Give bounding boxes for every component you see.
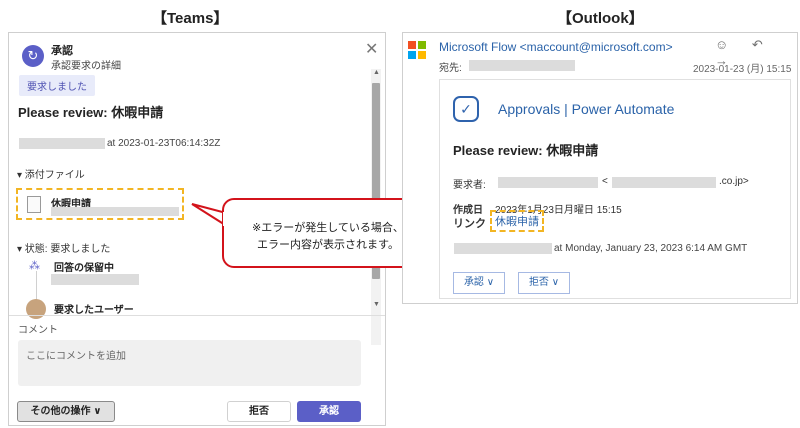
divider — [9, 315, 385, 316]
redacted-recipient — [469, 60, 575, 71]
avatar — [26, 299, 46, 319]
sent-detail: at Monday, January 23, 2023 6:14 AM GMT — [554, 243, 748, 254]
error-callout: ※エラーが発生している場合、 エラー内容が表示されます。 — [222, 198, 430, 268]
callout-line-2: エラー内容が表示されます。 — [257, 239, 399, 251]
outlook-approve-button[interactable]: 承認 ∨ — [453, 272, 505, 294]
panel-title: 承認 — [51, 45, 73, 57]
request-timestamp: at 2023-01-23T06:14:32Z — [107, 138, 221, 149]
comment-placeholder: ここにコメントを追加 — [26, 351, 126, 362]
microsoft-logo-icon — [408, 41, 426, 59]
requester-label: 要求したユーザー — [54, 305, 134, 316]
teams-heading: 【Teams】 — [152, 10, 229, 27]
outlook-reject-button[interactable]: 拒否 ∨ — [518, 272, 570, 294]
comment-input[interactable]: ここにコメントを追加 — [18, 340, 361, 386]
request-title: Please review: 休暇申請 — [18, 105, 164, 120]
comment-label: コメント — [18, 325, 58, 336]
reject-button[interactable]: 拒否 — [227, 401, 291, 422]
attachment-item[interactable]: 休暇申請 — [16, 188, 184, 220]
redacted-approver — [51, 274, 139, 285]
email-domain: .co.jp> — [719, 176, 749, 187]
outlook-email-panel: Microsoft Flow <maccount@microsoft.com> … — [402, 32, 798, 304]
close-icon[interactable]: ✕ — [365, 39, 378, 59]
approve-button[interactable]: 承認 — [297, 401, 361, 422]
other-actions-button[interactable]: その他の操作 ∨ — [17, 401, 115, 422]
requester-label: 要求者: — [453, 180, 486, 191]
approvals-icon: ✓ — [453, 96, 479, 122]
card-request-title: Please review: 休暇申請 — [453, 143, 599, 158]
attachments-header[interactable]: ▾ 添付ファイル — [17, 166, 85, 181]
request-link[interactable]: 休暇申請 — [490, 210, 544, 232]
redacted-requester — [19, 138, 105, 149]
sent-date: 2023-01-23 (月) 15:15 — [693, 64, 792, 75]
file-icon — [27, 196, 41, 213]
status-badge: 要求しました — [19, 75, 95, 96]
redacted-file-path — [51, 207, 179, 216]
link-label: リンク — [453, 218, 486, 230]
email-open: < — [602, 176, 608, 187]
callout-pointer-mask — [223, 212, 227, 226]
sender[interactable]: Microsoft Flow <maccount@microsoft.com> — [439, 40, 673, 54]
pending-label: 回答の保留中 — [54, 263, 114, 274]
approval-icon: ↻ — [22, 45, 44, 67]
recipient-label: 宛先: — [439, 63, 462, 74]
created-label: 作成日 — [453, 205, 483, 216]
callout-line-1: ※エラーが発生している場合、 — [252, 222, 404, 234]
redacted-requester-name — [498, 177, 598, 188]
status-header[interactable]: ▾ 状態: 要求しました — [17, 240, 110, 255]
card-app-title: Approvals | Power Automate — [498, 101, 675, 117]
panel-subtitle: 承認要求の詳細 — [51, 61, 121, 72]
redacted-requester-email — [612, 177, 716, 188]
scroll-up-icon[interactable]: ▲ — [373, 69, 380, 76]
scroll-down-icon[interactable]: ▼ — [373, 301, 380, 308]
approval-card: ✓ Approvals | Power Automate Please revi… — [439, 79, 791, 299]
redacted-sender — [454, 243, 552, 254]
pending-icon: ⁂ — [29, 260, 40, 272]
outlook-heading: 【Outlook】 — [557, 10, 644, 27]
